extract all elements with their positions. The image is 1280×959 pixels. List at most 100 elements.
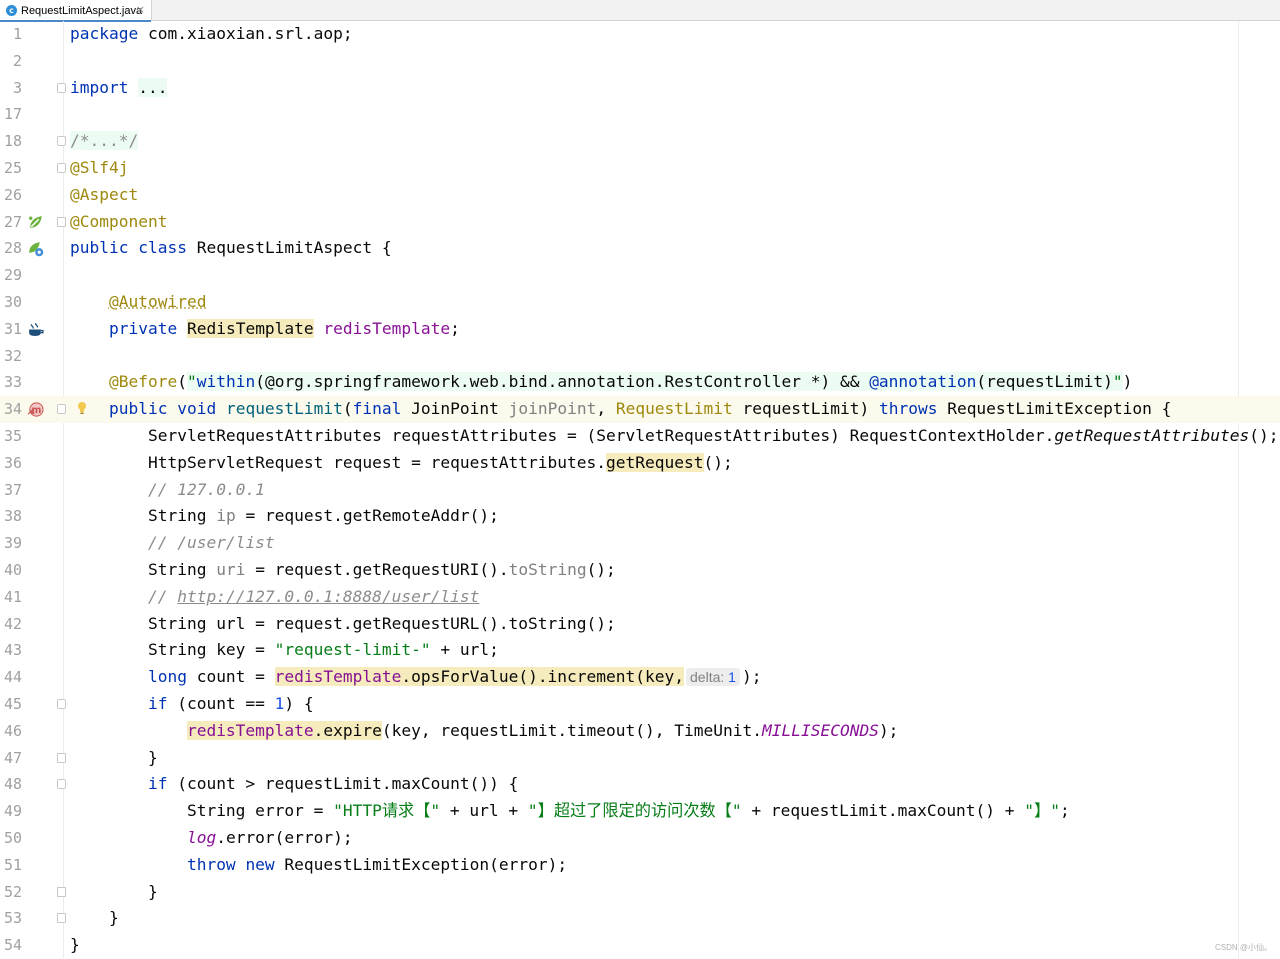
code-line[interactable]: 52 } — [0, 879, 1280, 906]
code-line[interactable]: 36 HttpServletRequest request = requestA… — [0, 450, 1280, 477]
line-number: 45 — [3, 694, 22, 713]
code-line[interactable]: 26 @Aspect — [0, 182, 1280, 209]
code-line[interactable]: 47 } — [0, 745, 1280, 772]
editor-tab-requestlimitaspect[interactable]: c RequestLimitAspect.java × — [0, 0, 152, 22]
code-text: log.error(error); — [186, 827, 353, 847]
code-text: redisTemplate.expire(key, requestLimit.t… — [186, 720, 899, 740]
fold-collapse-icon[interactable] — [57, 162, 66, 173]
code-text: throw new RequestLimitException(error); — [186, 854, 568, 874]
watermark: CSDN @小仙。 — [1214, 943, 1272, 952]
line-number: 35 — [3, 426, 22, 445]
fold-collapse-icon[interactable] — [57, 779, 66, 790]
line-number: 47 — [3, 748, 22, 767]
code-line[interactable]: 44 long count = redisTemplate.opsForValu… — [0, 664, 1280, 691]
fold-collapse-icon[interactable] — [57, 698, 66, 709]
fold-collapse-icon[interactable] — [57, 216, 66, 227]
code-line[interactable]: 33 @Before("within(@org.springframework.… — [0, 369, 1280, 396]
code-text: public void requestLimit(final JoinPoint… — [108, 399, 1172, 419]
code-text: } — [147, 881, 158, 901]
fold-expand-icon[interactable] — [57, 82, 66, 93]
code-line[interactable]: 43 String key = "request-limit-" + url; — [0, 637, 1280, 664]
code-text: @Component — [70, 211, 168, 231]
code-text: if (count > requestLimit.maxCount()) { — [147, 774, 519, 794]
line-number: 54 — [3, 936, 22, 955]
folded-comment[interactable]: /*...*/ — [70, 131, 139, 151]
line-number: 36 — [3, 453, 22, 472]
code-line[interactable]: 32 — [0, 343, 1280, 370]
code-line[interactable]: 41 // http://127.0.0.1:8888/user/list — [0, 584, 1280, 611]
code-line[interactable]: 51 throw new RequestLimitException(error… — [0, 852, 1280, 879]
advice-method-icon[interactable]: m — [27, 401, 44, 418]
code-line[interactable]: 53 } — [0, 905, 1280, 932]
comment-link[interactable]: http://127.0.0.1:8888/user/list — [177, 587, 479, 606]
code-line[interactable]: 30 @Autowired — [0, 289, 1280, 316]
line-number: 30 — [3, 292, 22, 311]
code-text: /*...*/ — [70, 128, 139, 155]
code-text: long count = redisTemplate.opsForValue()… — [147, 667, 762, 687]
code-text: HttpServletRequest request = requestAttr… — [147, 452, 733, 472]
fold-collapse-icon[interactable] — [57, 913, 66, 924]
code-text: package com.xiaoxian.srl.aop; — [70, 24, 353, 43]
line-number: 41 — [3, 587, 22, 606]
code-line[interactable]: 31 private RedisTemplate redisTemplate; — [0, 316, 1280, 343]
line-number: 43 — [3, 641, 22, 660]
code-line[interactable]: 50 log.error(error); — [0, 825, 1280, 852]
code-line[interactable]: 45 if (count == 1) { — [0, 691, 1280, 718]
code-line[interactable]: 25 @Slf4j — [0, 155, 1280, 182]
code-line[interactable]: 39 // /user/list — [0, 530, 1280, 557]
code-text: String ip = request.getRemoteAddr(); — [147, 506, 499, 526]
code-editor[interactable]: 1 package com.xiaoxian.srl.aop; 2 3 impo… — [0, 21, 1280, 959]
code-line[interactable]: 38 String ip = request.getRemoteAddr(); — [0, 503, 1280, 530]
code-line[interactable]: 18 /*...*/ — [0, 128, 1280, 155]
code-line[interactable]: 35 ServletRequestAttributes requestAttri… — [0, 423, 1280, 450]
line-number: 29 — [3, 266, 22, 285]
code-line[interactable]: 27 @Component — [0, 209, 1280, 236]
code-line[interactable]: 2 — [0, 48, 1280, 75]
code-line[interactable]: 29 — [0, 262, 1280, 289]
code-text: String url = request.getRequestURL().toS… — [147, 613, 616, 633]
code-line[interactable]: 46 redisTemplate.expire(key, requestLimi… — [0, 718, 1280, 745]
code-line[interactable]: 49 String error = "HTTP请求【" + url + "】超过… — [0, 798, 1280, 825]
folded-imports[interactable]: ... — [138, 77, 168, 97]
code-line[interactable]: 3 import ... — [0, 75, 1280, 102]
spring-aspect-icon[interactable] — [27, 240, 44, 257]
code-line[interactable]: 54 } — [0, 932, 1280, 959]
line-number: 33 — [3, 373, 22, 392]
code-line[interactable]: 1 package com.xiaoxian.srl.aop; — [0, 21, 1280, 48]
code-text: // /user/list — [147, 533, 275, 553]
code-text: @Autowired — [108, 291, 207, 311]
code-line[interactable]: 37 // 127.0.0.1 — [0, 477, 1280, 504]
close-icon[interactable]: × — [136, 3, 145, 17]
line-number: 42 — [3, 614, 22, 633]
fold-collapse-icon[interactable] — [57, 404, 66, 415]
fold-expand-icon[interactable] — [57, 136, 66, 147]
code-text: @Slf4j — [70, 157, 129, 177]
line-number: 27 — [3, 212, 22, 231]
code-text: private RedisTemplate redisTemplate; — [108, 318, 460, 338]
line-number: 38 — [3, 507, 22, 526]
code-text: ServletRequestAttributes requestAttribut… — [147, 425, 1279, 445]
fold-collapse-icon[interactable] — [57, 752, 66, 763]
line-number: 32 — [3, 346, 22, 365]
code-line[interactable]: 17 — [0, 101, 1280, 128]
line-number: 49 — [3, 802, 22, 821]
code-line-current[interactable]: 34 m public void requestLimit(final Join… — [0, 396, 1280, 423]
code-text: if (count == 1) { — [147, 693, 314, 713]
line-number: 50 — [3, 828, 22, 847]
code-line[interactable]: 40 String uri = request.getRequestURI().… — [0, 557, 1280, 584]
java-class-icon: c — [6, 5, 17, 16]
code-line[interactable]: 28 public class RequestLimitAspect { — [0, 235, 1280, 262]
line-number: 18 — [3, 132, 22, 151]
spring-bean-icon[interactable] — [27, 214, 44, 231]
parameter-hint: delta: 1 — [686, 668, 740, 687]
line-number: 52 — [3, 882, 22, 901]
editor-tab-bar: c RequestLimitAspect.java × — [0, 0, 1280, 22]
code-line[interactable]: 42 String url = request.getRequestURL().… — [0, 611, 1280, 638]
line-number: 17 — [3, 105, 22, 124]
autowired-bean-icon[interactable] — [27, 321, 44, 338]
code-text: String uri = request.getRequestURI().toS… — [147, 559, 616, 579]
line-number: 44 — [3, 668, 22, 687]
line-number: 2 — [12, 51, 22, 70]
code-line[interactable]: 48 if (count > requestLimit.maxCount()) … — [0, 771, 1280, 798]
fold-collapse-icon[interactable] — [57, 886, 66, 897]
